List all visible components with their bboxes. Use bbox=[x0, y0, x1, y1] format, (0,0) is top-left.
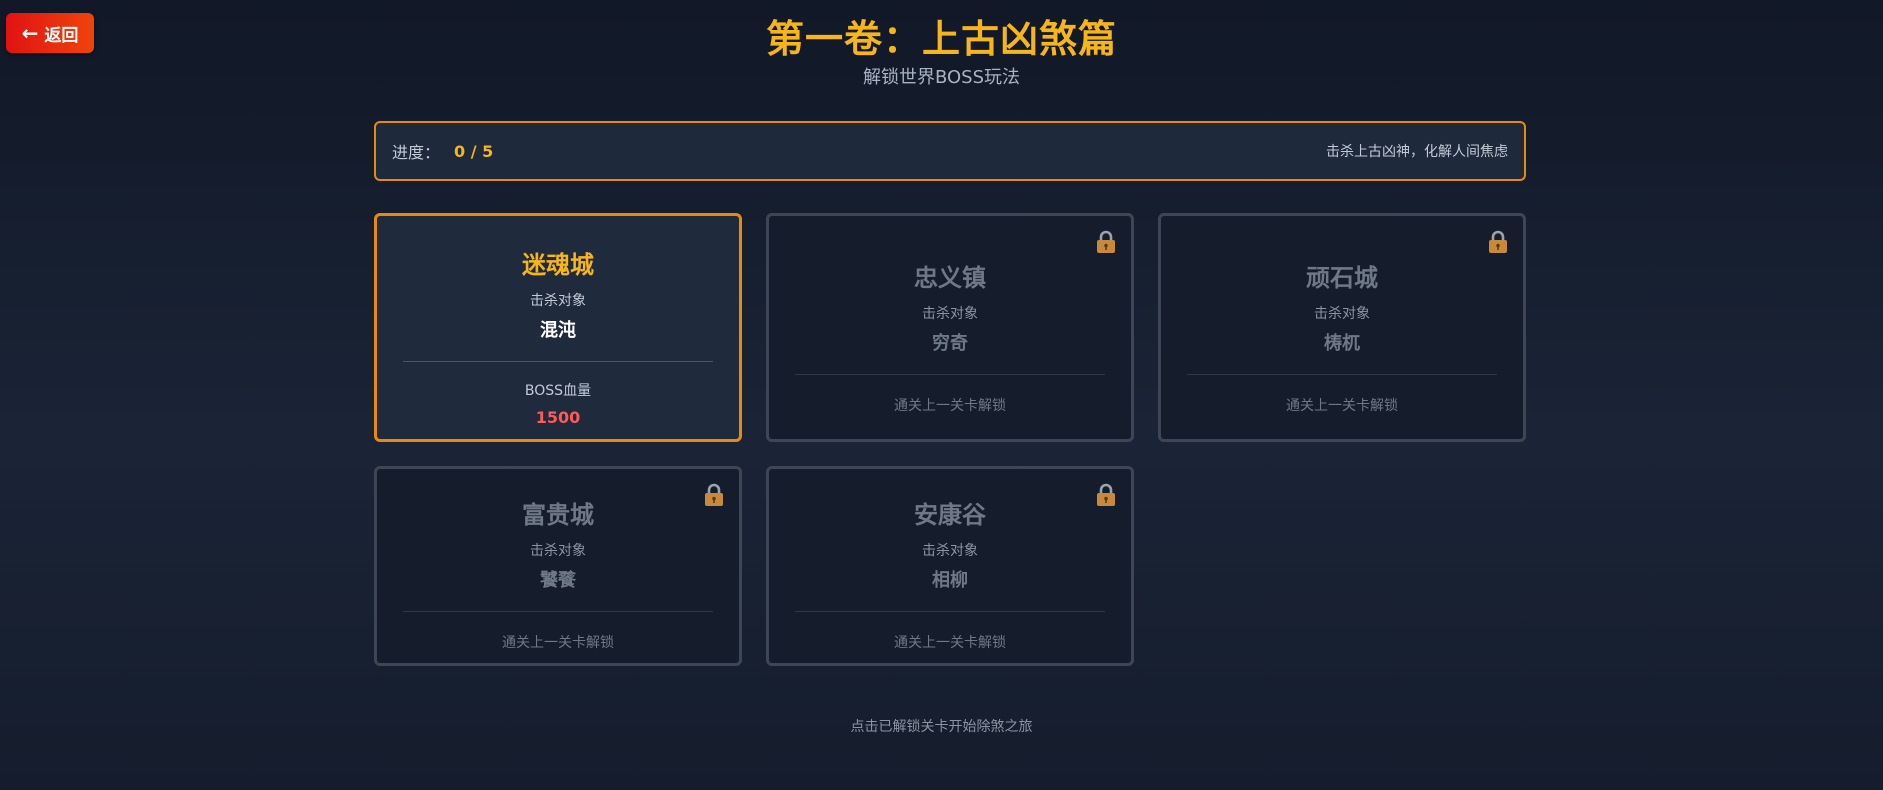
boss-name: 相柳 bbox=[932, 570, 968, 591]
boss-name: 穷奇 bbox=[932, 333, 968, 354]
kill-target-label: 击杀对象 bbox=[922, 306, 978, 322]
card-divider bbox=[1187, 374, 1497, 375]
unlock-hint: 通关上一关卡解锁 bbox=[1286, 398, 1398, 414]
level-card-5[interactable]: 安康谷 击杀对象 相柳 通关上一关卡解锁 bbox=[766, 466, 1134, 666]
lock-icon bbox=[1097, 483, 1115, 506]
kill-target-label: 击杀对象 bbox=[922, 543, 978, 559]
card-divider bbox=[403, 611, 713, 612]
progress-panel: 进度： 0 / 5 击杀上古凶神，化解人间焦虑 bbox=[374, 121, 1526, 181]
level-name: 顽石城 bbox=[1306, 264, 1378, 292]
level-card-2[interactable]: 忠义镇 击杀对象 穷奇 通关上一关卡解锁 bbox=[766, 213, 1134, 442]
boss-hp-label: BOSS血量 bbox=[524, 383, 592, 399]
level-name: 忠义镇 bbox=[914, 264, 986, 292]
footer-hint: 点击已解锁关卡开始除煞之旅 bbox=[850, 719, 1033, 735]
level-card-4[interactable]: 富贵城 击杀对象 饕餮 通关上一关卡解锁 bbox=[374, 466, 742, 666]
kill-target-label: 击杀对象 bbox=[1314, 306, 1370, 322]
progress-hint: 击杀上古凶神，化解人间焦虑 bbox=[1326, 144, 1508, 160]
card-divider bbox=[795, 374, 1105, 375]
lock-icon bbox=[705, 483, 723, 506]
boss-name: 梼杌 bbox=[1324, 333, 1360, 354]
lock-icon bbox=[1097, 230, 1115, 253]
kill-target-label: 击杀对象 bbox=[530, 293, 586, 309]
card-divider bbox=[403, 361, 713, 362]
level-name: 富贵城 bbox=[522, 501, 594, 529]
boss-hp-value: 1500 bbox=[535, 408, 581, 427]
progress-value: 0 / 5 bbox=[454, 141, 494, 161]
level-card-3[interactable]: 顽石城 击杀对象 梼杌 通关上一关卡解锁 bbox=[1158, 213, 1526, 442]
progress-label: 进度： bbox=[392, 143, 441, 162]
unlock-hint: 通关上一关卡解锁 bbox=[502, 635, 614, 651]
page-subtitle: 解锁世界BOSS玩法 bbox=[862, 67, 1021, 88]
level-card-1[interactable]: 迷魂城 击杀对象 混沌 BOSS血量 1500 bbox=[374, 213, 742, 442]
card-divider bbox=[795, 611, 1105, 612]
lock-icon bbox=[1489, 230, 1507, 253]
boss-name: 饕餮 bbox=[540, 570, 576, 591]
kill-target-label: 击杀对象 bbox=[530, 543, 586, 559]
unlock-hint: 通关上一关卡解锁 bbox=[894, 635, 1006, 651]
page-title: 第一卷：上古凶煞篇 bbox=[765, 17, 1117, 61]
unlock-hint: 通关上一关卡解锁 bbox=[894, 398, 1006, 414]
boss-name: 混沌 bbox=[540, 320, 576, 341]
level-name: 安康谷 bbox=[914, 501, 986, 529]
level-name: 迷魂城 bbox=[522, 251, 594, 279]
